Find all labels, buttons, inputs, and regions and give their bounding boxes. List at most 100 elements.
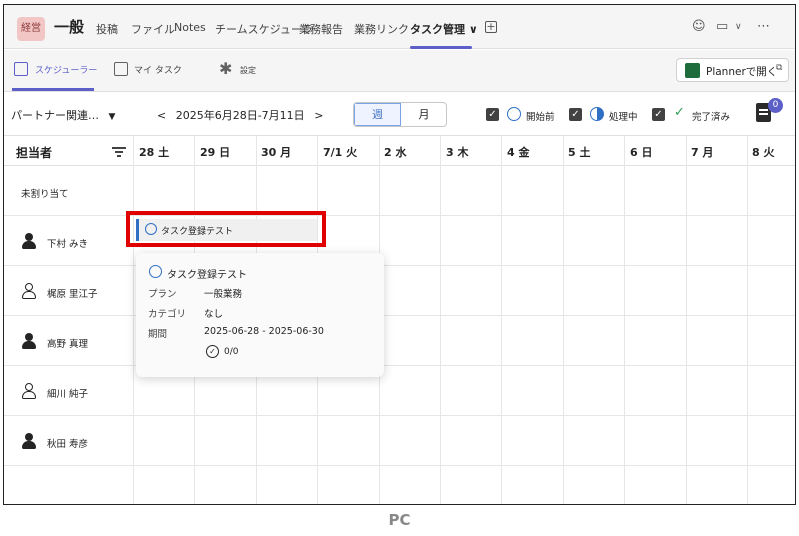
tab-notes[interactable]: Notes xyxy=(174,21,206,34)
grid-divider xyxy=(563,136,564,504)
completed-checkbox[interactable]: ✓ xyxy=(652,108,665,121)
completed-check-icon: ✓ xyxy=(674,105,685,120)
avatar xyxy=(21,383,37,399)
checklist-icon: ✓ xyxy=(206,345,219,358)
grid-divider xyxy=(4,365,795,366)
avatar xyxy=(21,433,37,449)
chevron-down-icon[interactable]: ∨ xyxy=(735,22,742,32)
day-header: 7 月 xyxy=(691,146,714,159)
grid-divider xyxy=(4,215,795,216)
date-navigator: < 2025年6月28日-7月11日 > xyxy=(157,107,323,123)
week-view-button[interactable]: 週 xyxy=(354,103,401,126)
grid-divider xyxy=(501,136,502,504)
unassigned-row-label: 未割り当て xyxy=(21,189,69,200)
gear-icon[interactable]: ✱ xyxy=(219,59,232,78)
view-toggle: 週 月 xyxy=(353,102,447,127)
planner-logo-icon xyxy=(685,63,700,78)
tab-task-management[interactable]: タスク管理 ∨ xyxy=(410,21,478,37)
plan-value: 一般業務 xyxy=(204,289,243,300)
grid-divider xyxy=(133,136,134,504)
group-dropdown-value: パートナー関連… xyxy=(11,109,99,122)
plan-label: プラン xyxy=(148,289,177,300)
assignee-name: 高野 真理 xyxy=(47,339,89,350)
channel-name: 一般 xyxy=(54,18,85,36)
open-in-planner-label: Plannerで開く xyxy=(706,66,778,78)
tab-files[interactable]: ファイル xyxy=(131,21,175,37)
day-header: 6 日 xyxy=(630,146,653,159)
task-status-icon[interactable] xyxy=(149,265,162,278)
day-header: 29 日 xyxy=(200,146,231,159)
in-progress-checkbox[interactable]: ✓ xyxy=(569,108,582,121)
day-header: 28 土 xyxy=(139,146,170,159)
filter-row: パートナー関連… ▼ < 2025年6月28日-7月11日 > 週 月 ✓ 開始… xyxy=(4,93,795,135)
day-header: 7/1 火 xyxy=(323,146,358,159)
image-caption: PC xyxy=(388,511,411,529)
checklist-count: 0/0 xyxy=(224,347,239,357)
grid-divider xyxy=(4,465,795,466)
grid-divider xyxy=(747,136,748,504)
task-details-popup: タスク登録テスト プラン 一般業務 カテゴリ なし 期間 2025-06-28 … xyxy=(136,253,384,377)
not-started-label: 開始前 xyxy=(526,112,555,123)
avatar xyxy=(21,233,37,249)
active-tab-indicator xyxy=(410,46,472,49)
grid-divider xyxy=(440,136,441,504)
avatar xyxy=(21,333,37,349)
in-progress-label: 処理中 xyxy=(609,112,638,123)
completed-label: 完了済み xyxy=(692,112,731,123)
group-dropdown[interactable]: パートナー関連… ▼ xyxy=(11,107,115,123)
grid-divider xyxy=(686,136,687,504)
external-link-icon: ⧉ xyxy=(776,63,783,73)
team-avatar[interactable]: 経営 xyxy=(17,17,45,41)
teams-window: 経営 一般 投稿 ファイル Notes チームスケジューラ 業務報告 業務リンク… xyxy=(3,4,796,505)
prev-week-icon[interactable]: < xyxy=(157,109,166,122)
assignee-name: 秋田 寿彦 xyxy=(47,439,89,450)
in-progress-icon xyxy=(590,107,604,121)
period-label: 期間 xyxy=(148,329,168,340)
calendar-icon xyxy=(114,62,128,76)
video-call-icon[interactable]: ▭ xyxy=(716,19,728,34)
open-in-planner-button[interactable]: Plannerで開く ⧉ xyxy=(676,58,789,82)
tab-work-links[interactable]: 業務リンク xyxy=(354,21,409,37)
tab-settings[interactable]: 設定 xyxy=(240,65,256,76)
grid-divider xyxy=(4,265,795,266)
channel-header: 経営 一般 投稿 ファイル Notes チームスケジューラ 業務報告 業務リンク… xyxy=(4,5,795,49)
date-range: 2025年6月28日-7月11日 xyxy=(175,109,305,122)
highlight-annotation xyxy=(126,211,326,247)
tab-scheduler[interactable]: スケジューラー xyxy=(35,63,97,76)
grid-divider xyxy=(4,415,795,416)
scheduler-tab-indicator xyxy=(12,88,94,91)
add-tab-icon[interactable]: + xyxy=(485,21,497,33)
assignee-name: 細川 純子 xyxy=(47,389,89,400)
day-header: 8 火 xyxy=(752,146,775,159)
popup-task-title[interactable]: タスク登録テスト xyxy=(167,266,247,281)
tab-work-report[interactable]: 業務報告 xyxy=(299,21,343,37)
filter-icon[interactable] xyxy=(112,147,126,157)
caret-down-icon: ▼ xyxy=(108,112,116,122)
grid-divider xyxy=(624,136,625,504)
grid-divider xyxy=(4,315,795,316)
day-header: 4 金 xyxy=(507,146,530,159)
avatar xyxy=(21,283,37,299)
month-view-button[interactable]: 月 xyxy=(401,103,446,126)
category-value: なし xyxy=(204,309,224,320)
grid-header: 担当者 28 土 29 日 30 月 7/1 火 2 水 3 木 4 金 5 土… xyxy=(4,136,795,166)
assignee-name: 梶原 里江子 xyxy=(47,289,98,300)
chat-icon[interactable]: ☺ xyxy=(692,19,706,34)
calendar-icon xyxy=(14,62,28,76)
more-options-icon[interactable]: ⋯ xyxy=(757,19,770,34)
schedule-grid: 担当者 28 土 29 日 30 月 7/1 火 2 水 3 木 4 金 5 土… xyxy=(4,135,795,504)
tab-my-tasks[interactable]: マイ タスク xyxy=(134,63,182,76)
assignee-name: 下村 みき xyxy=(47,239,89,250)
period-value: 2025-06-28 - 2025-06-30 xyxy=(204,326,324,337)
day-header: 5 土 xyxy=(568,146,591,159)
category-label: カテゴリ xyxy=(148,309,187,320)
assignee-header: 担当者 xyxy=(16,146,53,160)
tab-posts[interactable]: 投稿 xyxy=(96,21,118,37)
day-header: 2 水 xyxy=(384,146,407,159)
next-week-icon[interactable]: > xyxy=(314,109,323,122)
planner-toolbar: スケジューラー マイ タスク ✱ 設定 Plannerで開く ⧉ xyxy=(4,50,795,92)
not-started-icon xyxy=(507,107,521,121)
day-header: 30 月 xyxy=(261,146,292,159)
not-started-checkbox[interactable]: ✓ xyxy=(486,108,499,121)
clipboard-badge: 0 xyxy=(768,98,783,113)
